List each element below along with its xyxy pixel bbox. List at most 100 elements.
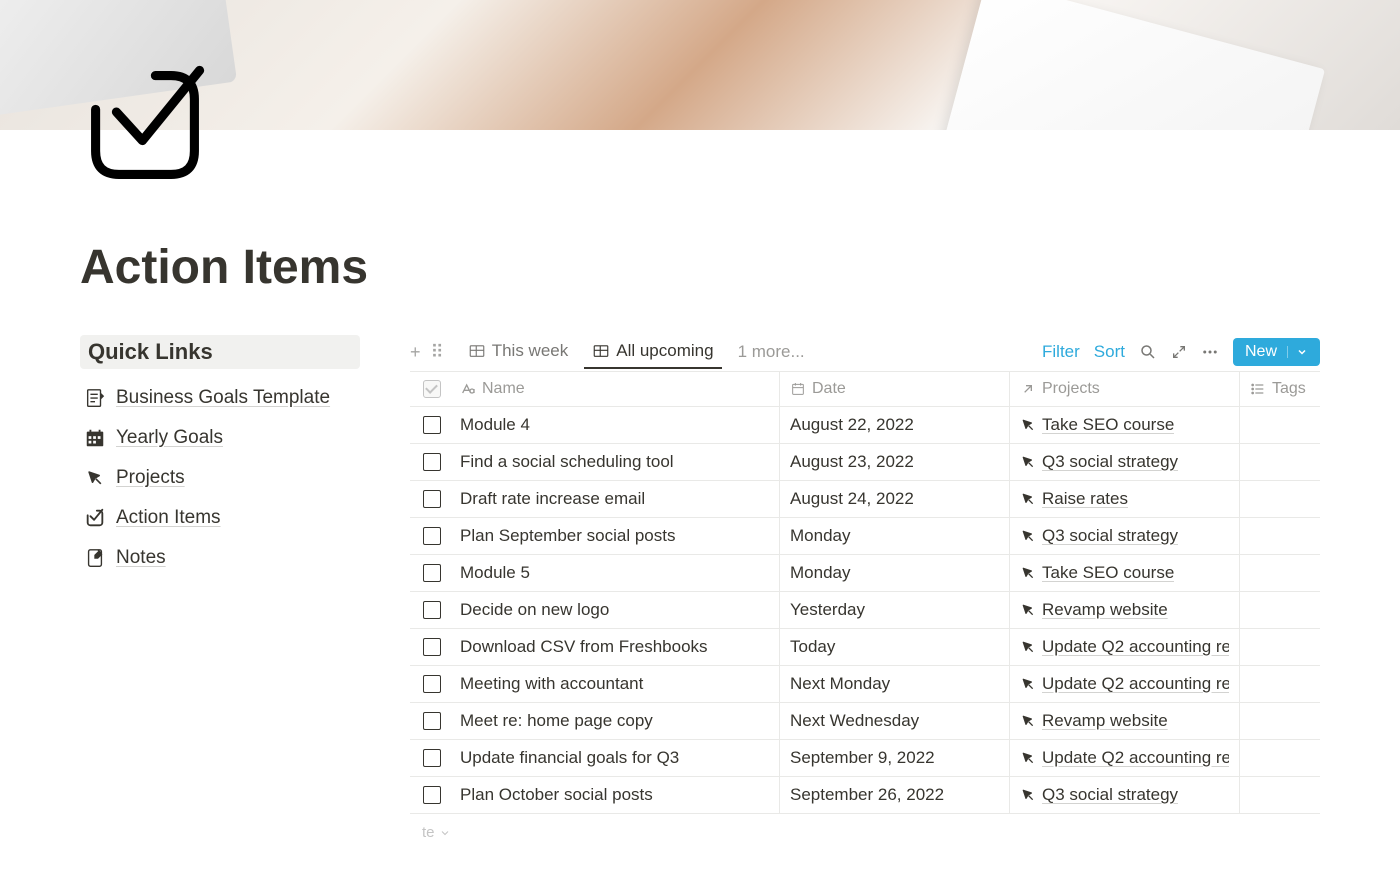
name-cell[interactable]: Decide on new logo (450, 592, 780, 628)
checkbox-cell[interactable] (410, 481, 450, 517)
sidebar-item-label: Notes (116, 547, 166, 569)
tab-this-week[interactable]: This week (460, 335, 577, 369)
checkbox-cell[interactable] (410, 666, 450, 702)
name-cell[interactable]: Download CSV from Freshbooks (450, 629, 780, 665)
list-icon (1250, 381, 1266, 397)
name-cell[interactable]: Plan October social posts (450, 777, 780, 813)
drag-handle-icon[interactable]: ⠿ (431, 342, 444, 363)
tags-cell[interactable] (1240, 407, 1320, 443)
column-header-name[interactable]: Name (450, 372, 780, 406)
name-cell[interactable]: Meeting with accountant (450, 666, 780, 702)
name-cell[interactable]: Update financial goals for Q3 (450, 740, 780, 776)
table-row[interactable]: Decide on new logoYesterdayRevamp websit… (410, 592, 1320, 629)
expand-icon[interactable] (1171, 344, 1187, 360)
tags-cell[interactable] (1240, 666, 1320, 702)
sidebar-item-action-items[interactable]: Action Items (80, 501, 360, 535)
sidebar-item-notes[interactable]: Notes (80, 541, 360, 575)
column-header-tags[interactable]: Tags (1240, 372, 1320, 406)
tags-cell[interactable] (1240, 777, 1320, 813)
document-list-icon (84, 387, 106, 409)
checkbox-cell[interactable] (410, 444, 450, 480)
tags-cell[interactable] (1240, 703, 1320, 739)
tab-all-upcoming[interactable]: All upcoming (584, 335, 721, 369)
text-icon (460, 381, 476, 397)
tab-more[interactable]: 1 more... (730, 336, 813, 368)
checkbox-cell[interactable] (410, 777, 450, 813)
click-icon (84, 467, 106, 489)
tags-cell[interactable] (1240, 444, 1320, 480)
project-cell[interactable]: Take SEO course (1010, 407, 1240, 443)
chevron-down-icon (439, 827, 451, 839)
checkbox-cell[interactable] (410, 629, 450, 665)
column-header-date[interactable]: Date (780, 372, 1010, 406)
table-row[interactable]: Plan October social postsSeptember 26, 2… (410, 777, 1320, 814)
sort-button[interactable]: Sort (1094, 342, 1125, 362)
project-cell[interactable]: Raise rates (1010, 481, 1240, 517)
checkbox-cell[interactable] (410, 555, 450, 591)
date-cell[interactable]: September 9, 2022 (780, 740, 1010, 776)
date-cell[interactable]: Monday (780, 518, 1010, 554)
project-cell[interactable]: Q3 social strategy (1010, 444, 1240, 480)
filter-button[interactable]: Filter (1042, 342, 1080, 362)
header-checkbox-cell[interactable] (410, 372, 450, 406)
page-title[interactable]: Action Items (80, 240, 1320, 295)
name-cell[interactable]: Find a social scheduling tool (450, 444, 780, 480)
table-row[interactable]: Module 4August 22, 2022Take SEO course (410, 407, 1320, 444)
tags-cell[interactable] (1240, 629, 1320, 665)
table-row[interactable]: Find a social scheduling toolAugust 23, … (410, 444, 1320, 481)
table-row[interactable]: Plan September social postsMondayQ3 soci… (410, 518, 1320, 555)
project-cell[interactable]: Revamp website (1010, 592, 1240, 628)
name-cell[interactable]: Module 5 (450, 555, 780, 591)
date-cell[interactable]: Monday (780, 555, 1010, 591)
date-cell[interactable]: August 24, 2022 (780, 481, 1010, 517)
tags-cell[interactable] (1240, 481, 1320, 517)
sidebar-item-yearly-goals[interactable]: Yearly Goals (80, 421, 360, 455)
checkbox-cell[interactable] (410, 703, 450, 739)
date-cell[interactable]: August 23, 2022 (780, 444, 1010, 480)
click-icon (1020, 602, 1036, 618)
table-row[interactable]: Meet re: home page copyNext WednesdayRev… (410, 703, 1320, 740)
name-cell[interactable]: Meet re: home page copy (450, 703, 780, 739)
tags-cell[interactable] (1240, 518, 1320, 554)
project-cell[interactable]: Q3 social strategy (1010, 777, 1240, 813)
table-row[interactable]: Module 5MondayTake SEO course (410, 555, 1320, 592)
sidebar-item-business-goals[interactable]: Business Goals Template (80, 381, 360, 415)
name-cell[interactable]: Module 4 (450, 407, 780, 443)
project-cell[interactable]: Revamp website (1010, 703, 1240, 739)
more-icon[interactable] (1201, 343, 1219, 361)
tags-cell[interactable] (1240, 555, 1320, 591)
date-cell[interactable]: September 26, 2022 (780, 777, 1010, 813)
column-header-projects[interactable]: Projects (1010, 372, 1240, 406)
date-cell[interactable]: Next Monday (780, 666, 1010, 702)
tags-cell[interactable] (1240, 740, 1320, 776)
add-view-icon[interactable]: + (410, 342, 421, 363)
tags-cell[interactable] (1240, 592, 1320, 628)
new-button[interactable]: New (1233, 338, 1320, 366)
page-icon[interactable] (80, 60, 210, 195)
table-row[interactable]: Meeting with accountantNext MondayUpdate… (410, 666, 1320, 703)
project-cell[interactable]: Take SEO course (1010, 555, 1240, 591)
date-cell[interactable]: Today (780, 629, 1010, 665)
table-row[interactable]: Download CSV from FreshbooksTodayUpdate … (410, 629, 1320, 666)
project-cell[interactable]: Update Q2 accounting re (1010, 629, 1240, 665)
project-cell[interactable]: Q3 social strategy (1010, 518, 1240, 554)
table-row[interactable]: Draft rate increase emailAugust 24, 2022… (410, 481, 1320, 518)
sidebar-item-projects[interactable]: Projects (80, 461, 360, 495)
project-cell[interactable]: Update Q2 accounting re (1010, 666, 1240, 702)
date-cell[interactable]: Next Wednesday (780, 703, 1010, 739)
table-footer[interactable]: te (410, 814, 1320, 851)
search-icon[interactable] (1139, 343, 1157, 361)
new-button-label: New (1245, 343, 1277, 361)
checkbox-cell[interactable] (410, 740, 450, 776)
tab-label: This week (492, 341, 569, 361)
checkbox-cell[interactable] (410, 407, 450, 443)
project-cell[interactable]: Update Q2 accounting re (1010, 740, 1240, 776)
checkbox-cell[interactable] (410, 592, 450, 628)
date-cell[interactable]: August 22, 2022 (780, 407, 1010, 443)
name-cell[interactable]: Draft rate increase email (450, 481, 780, 517)
date-cell[interactable]: Yesterday (780, 592, 1010, 628)
checkbox-cell[interactable] (410, 518, 450, 554)
name-cell[interactable]: Plan September social posts (450, 518, 780, 554)
table-row[interactable]: Update financial goals for Q3September 9… (410, 740, 1320, 777)
chevron-down-icon[interactable] (1287, 346, 1308, 358)
